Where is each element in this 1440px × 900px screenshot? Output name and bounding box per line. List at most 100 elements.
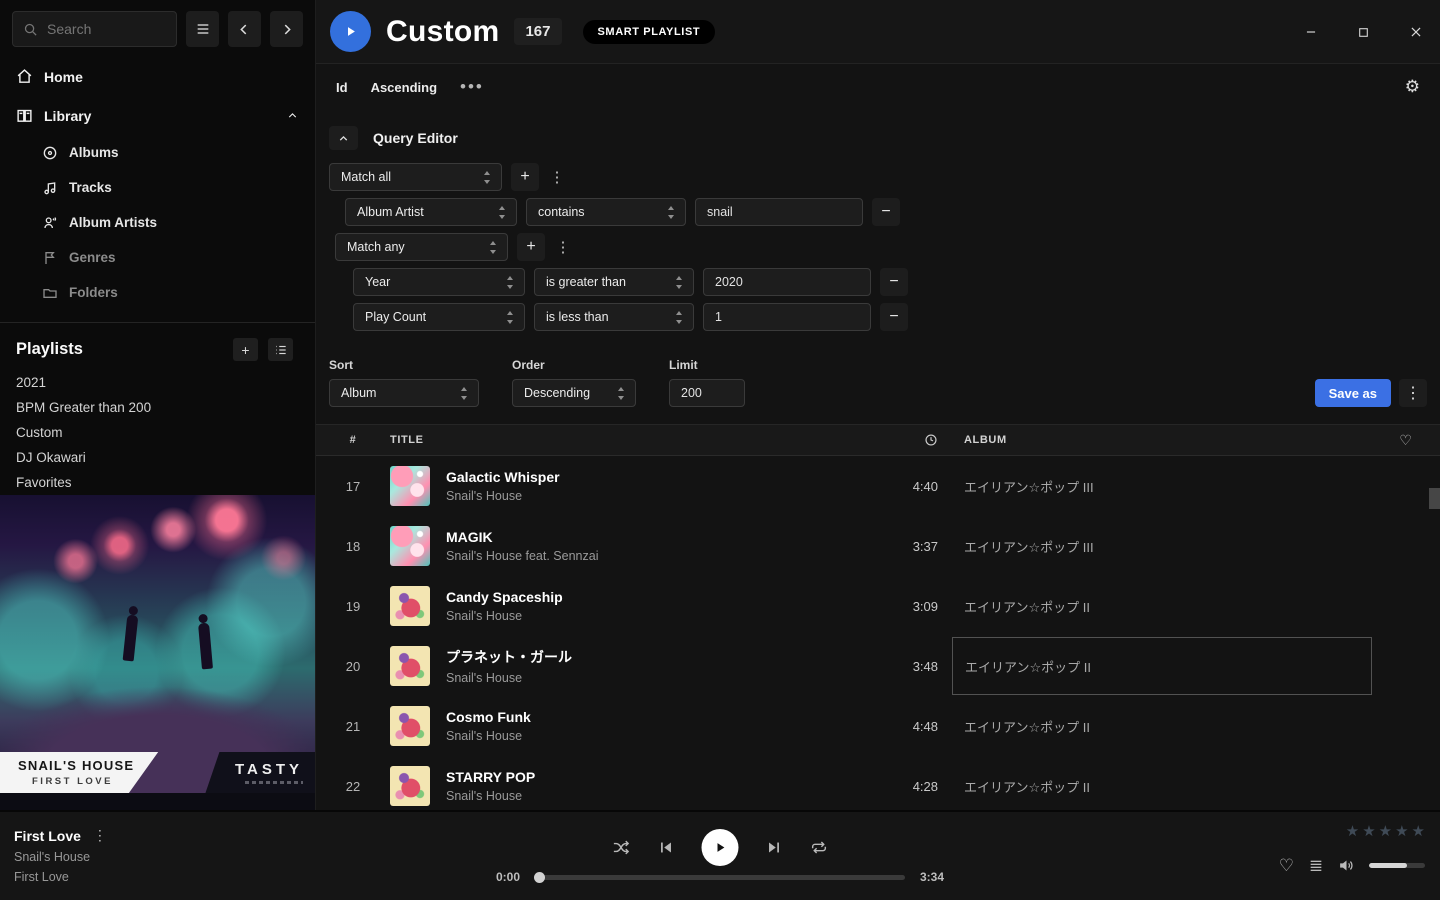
order-select[interactable]: Descending xyxy=(512,379,636,407)
remove-rule-button[interactable]: − xyxy=(880,303,908,331)
track-album[interactable]: エイリアン☆ポップ III xyxy=(952,517,1372,575)
sidebar-item-genres[interactable]: Genres xyxy=(0,240,315,275)
star-icon[interactable]: ★ xyxy=(1379,824,1392,839)
sidebar-item-library[interactable]: Library xyxy=(0,96,315,135)
limit-input[interactable]: 200 xyxy=(669,379,745,407)
track-row[interactable]: 21 Cosmo Funk Snail's House 4:48 エイリアン☆ポ… xyxy=(316,696,1440,756)
track-artist[interactable]: Snail's House xyxy=(446,671,572,685)
volume-icon[interactable] xyxy=(1338,857,1355,874)
close-button[interactable] xyxy=(1405,21,1427,43)
track-artist[interactable]: Snail's House xyxy=(446,729,531,743)
track-title[interactable]: Candy Spaceship xyxy=(446,589,563,605)
star-icon[interactable]: ★ xyxy=(1362,824,1375,839)
save-options-button[interactable]: ⋮ xyxy=(1399,379,1427,407)
nav-forward-button[interactable] xyxy=(270,11,303,47)
sidebar-item-album-artists[interactable]: Album Artists xyxy=(0,205,315,240)
collapse-query-editor-button[interactable] xyxy=(329,126,358,150)
sidebar-item-tracks[interactable]: Tracks xyxy=(0,170,315,205)
track-title[interactable]: STARRY POP xyxy=(446,769,535,785)
track-row[interactable]: 17 Galactic Whisper Snail's House 4:40 エ… xyxy=(316,456,1440,516)
rule-value-input[interactable]: 2020 xyxy=(703,268,871,296)
play-pause-button[interactable] xyxy=(702,829,739,866)
gear-icon[interactable]: ⚙ xyxy=(1405,77,1420,97)
track-album-focused-cell[interactable]: エイリアン☆ポップ II xyxy=(952,637,1372,695)
repeat-button[interactable] xyxy=(810,838,829,857)
previous-button[interactable] xyxy=(658,839,675,856)
play-playlist-button[interactable] xyxy=(330,11,371,52)
volume-slider[interactable] xyxy=(1369,863,1425,868)
sidebar-item-home[interactable]: Home xyxy=(0,57,315,96)
playlist-item[interactable]: Favorites xyxy=(0,470,315,495)
rule-value-input[interactable]: snail xyxy=(695,198,863,226)
now-playing-options-button[interactable]: ⋮ xyxy=(93,827,107,844)
star-icon[interactable]: ★ xyxy=(1346,824,1359,839)
column-duration[interactable] xyxy=(848,433,938,447)
track-album[interactable]: エイリアン☆ポップ III xyxy=(952,457,1372,515)
rule-field-select[interactable]: Play Count xyxy=(353,303,525,331)
match-type-select[interactable]: Match any xyxy=(335,233,508,261)
maximize-button[interactable] xyxy=(1353,22,1374,43)
now-playing-artist[interactable]: Snail's House xyxy=(14,850,107,864)
group-options-button[interactable]: ⋮ xyxy=(548,163,566,191)
track-row[interactable]: 22 STARRY POP Snail's House 4:28 エイリアン☆ポ… xyxy=(316,756,1440,810)
rule-operator-select[interactable]: contains xyxy=(526,198,686,226)
star-icon[interactable]: ★ xyxy=(1412,824,1425,839)
rule-field-select[interactable]: Year xyxy=(353,268,525,296)
track-row[interactable]: 20 プラネット・ガール Snail's House 3:48 エイリアン☆ポッ… xyxy=(316,636,1440,696)
remove-rule-button[interactable]: − xyxy=(880,268,908,296)
track-title[interactable]: Cosmo Funk xyxy=(446,709,531,725)
nav-back-button[interactable] xyxy=(228,11,261,47)
playlist-list-button[interactable] xyxy=(268,338,293,361)
add-rule-button[interactable]: + xyxy=(517,233,545,261)
shuffle-button[interactable] xyxy=(612,838,631,857)
track-artist[interactable]: Snail's House xyxy=(446,789,535,803)
sort-select[interactable]: Album xyxy=(329,379,479,407)
menu-button[interactable] xyxy=(186,11,219,47)
track-artist[interactable]: Snail's House xyxy=(446,489,560,503)
create-playlist-button[interactable]: + xyxy=(233,338,258,361)
more-options-icon[interactable]: ••• xyxy=(460,77,484,97)
sort-order-button[interactable]: Ascending xyxy=(371,80,437,95)
group-options-button[interactable]: ⋮ xyxy=(554,233,572,261)
remove-rule-button[interactable]: − xyxy=(872,198,900,226)
favorite-button[interactable]: ♡ xyxy=(1279,857,1294,874)
match-type-select[interactable]: Match all xyxy=(329,163,502,191)
queue-button[interactable] xyxy=(1308,858,1324,874)
playlist-item[interactable]: BPM Greater than 200 xyxy=(0,395,315,420)
chevron-up-icon[interactable] xyxy=(286,109,299,122)
track-album[interactable]: エイリアン☆ポップ II xyxy=(952,697,1372,755)
track-artist[interactable]: Snail's House feat. Sennzai xyxy=(446,549,598,563)
sidebar-item-folders[interactable]: Folders xyxy=(0,275,315,310)
column-title[interactable]: TITLE xyxy=(390,434,834,446)
playlist-item[interactable]: Custom xyxy=(0,420,315,445)
track-album[interactable]: エイリアン☆ポップ II xyxy=(952,757,1372,810)
column-album[interactable]: ALBUM xyxy=(952,434,1372,446)
track-title[interactable]: プラネット・ガール xyxy=(446,647,572,667)
track-row[interactable]: 19 Candy Spaceship Snail's House 3:09 エイ… xyxy=(316,576,1440,636)
seek-handle[interactable] xyxy=(534,872,545,883)
column-number[interactable]: # xyxy=(330,434,376,446)
rule-field-select[interactable]: Album Artist xyxy=(345,198,517,226)
rule-operator-select[interactable]: is greater than xyxy=(534,268,694,296)
star-icon[interactable]: ★ xyxy=(1395,824,1408,839)
seek-slider[interactable] xyxy=(535,875,905,880)
playlist-item[interactable]: 2021 xyxy=(0,370,315,395)
scrollbar-thumb[interactable] xyxy=(1429,488,1440,509)
save-as-button[interactable]: Save as xyxy=(1315,379,1391,407)
now-playing-title[interactable]: First Love xyxy=(14,828,81,844)
column-favorite[interactable]: ♡ xyxy=(1386,432,1426,449)
sort-field-button[interactable]: Id xyxy=(336,80,348,95)
track-title[interactable]: MAGIK xyxy=(446,529,598,545)
track-album[interactable]: エイリアン☆ポップ II xyxy=(952,577,1372,635)
minimize-button[interactable] xyxy=(1300,21,1322,43)
add-rule-button[interactable]: + xyxy=(511,163,539,191)
track-row[interactable]: 18 MAGIK Snail's House feat. Sennzai 3:3… xyxy=(316,516,1440,576)
rule-value-input[interactable]: 1 xyxy=(703,303,871,331)
now-playing-artwork[interactable]: SNAIL'S HOUSE FIRST LOVE TASTY xyxy=(0,495,315,810)
search-input[interactable]: Search xyxy=(12,11,177,47)
playlist-item[interactable]: DJ Okawari xyxy=(0,445,315,470)
rule-operator-select[interactable]: is less than xyxy=(534,303,694,331)
sidebar-item-albums[interactable]: Albums xyxy=(0,135,315,170)
track-title[interactable]: Galactic Whisper xyxy=(446,469,560,485)
track-artist[interactable]: Snail's House xyxy=(446,609,563,623)
